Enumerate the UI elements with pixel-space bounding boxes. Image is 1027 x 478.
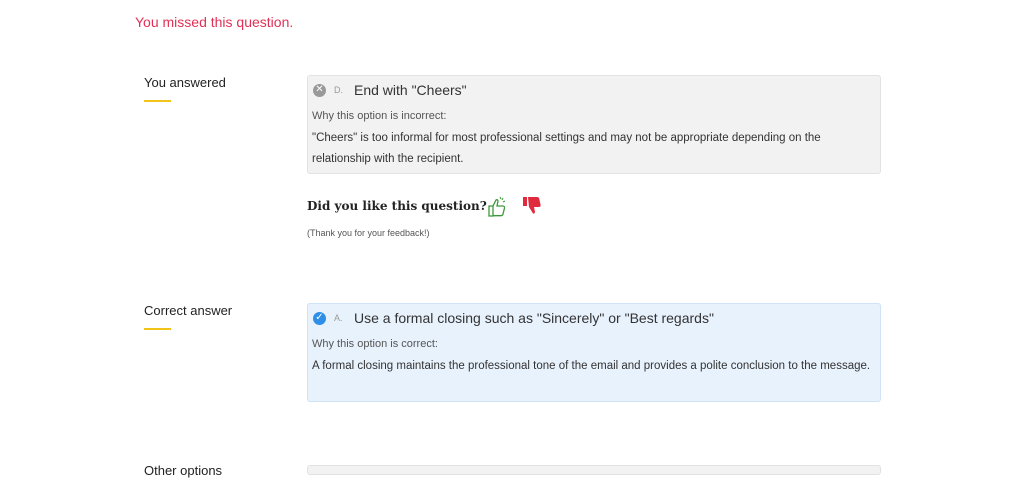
correct-answer-label: Correct answer — [144, 303, 233, 318]
your-answer-option: ✕ D. End with "Cheers" Why this option i… — [307, 75, 881, 174]
option-letter: A. — [334, 313, 343, 323]
other-options-label: Other options — [144, 463, 223, 478]
why-incorrect-label: Why this option is incorrect: — [312, 110, 447, 122]
option-text: End with "Cheers" — [354, 82, 467, 98]
correct-answer-option: ✓ A. Use a formal closing such as "Since… — [307, 303, 881, 402]
feedback-thanks: (Thank you for your feedback!) — [307, 228, 430, 238]
incorrect-explanation: "Cheers" is too informal for most profes… — [312, 132, 821, 165]
check-circle-icon: ✓ — [313, 311, 326, 325]
correct-explanation: A formal closing maintains the professio… — [312, 360, 871, 372]
feedback-question: Did you like this question? — [307, 199, 487, 213]
you-answered-label: You answered — [144, 75, 226, 90]
option-text: Use a formal closing such as "Sincerely"… — [354, 310, 714, 326]
option-letter: D. — [334, 85, 343, 95]
thumbs-down-icon[interactable] — [523, 196, 542, 221]
you-answered-underline — [144, 100, 171, 102]
x-circle-icon: ✕ — [313, 83, 326, 97]
missed-question-status: You missed this question. — [135, 14, 294, 30]
correct-answer-underline — [144, 328, 171, 330]
thumbs-up-icon[interactable] — [487, 196, 507, 223]
why-correct-label: Why this option is correct: — [312, 338, 438, 350]
other-option-box — [307, 465, 881, 475]
